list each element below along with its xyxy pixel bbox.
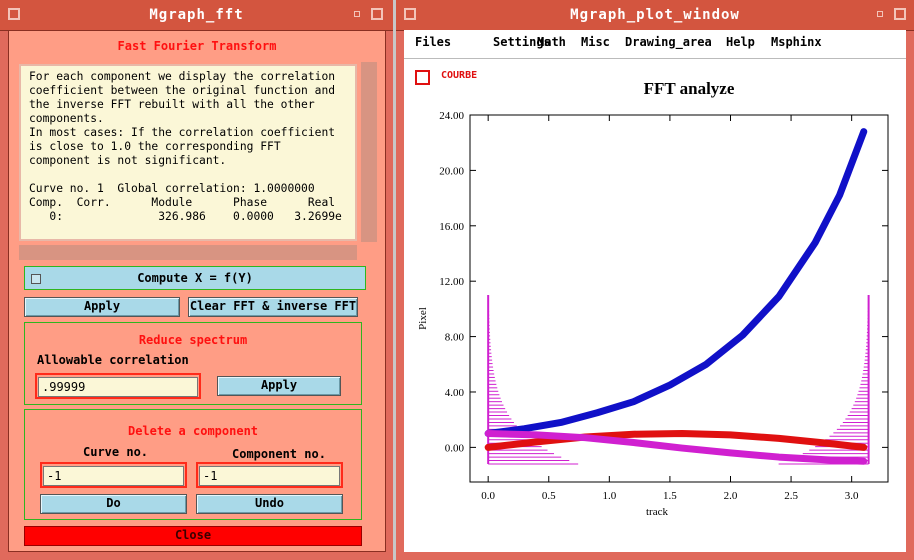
delete-component-group: Delete a component Curve no. Component n…	[24, 409, 362, 520]
menu-math[interactable]: Math	[537, 35, 566, 49]
fft-window: Mgraph_fft Fast Fourier Transform For ea…	[0, 0, 393, 560]
undo-button[interactable]: Undo	[196, 494, 343, 514]
correlation-field[interactable]	[35, 373, 201, 399]
y-tick-label: 16.00	[439, 221, 464, 233]
menu-help[interactable]: Help	[726, 35, 755, 49]
allowable-correlation-label: Allowable correlation	[37, 353, 189, 367]
x-tick-label: 0.5	[542, 490, 556, 502]
fft-heading: Fast Fourier Transform	[117, 39, 277, 53]
fft-titlebar[interactable]: Mgraph_fft	[0, 0, 393, 31]
apply-button[interactable]: Apply	[24, 297, 180, 317]
chart-title: FFT analyze	[644, 79, 735, 98]
horizontal-scrollbar[interactable]	[19, 245, 357, 260]
curve-no-label: Curve no.	[83, 445, 149, 459]
y-tick-label: 8.00	[445, 332, 465, 344]
plot-area: COURBE FFT analyze 0.00 4.00 8.00 12.00 16.00…	[404, 59, 906, 552]
menubar: Files Settings Math Misc Drawing_area He…	[404, 30, 906, 59]
window-menu-icon[interactable]	[404, 8, 416, 20]
x-tick-label: 2.5	[784, 490, 798, 502]
maximize-icon[interactable]	[894, 8, 906, 20]
info-text-area[interactable]: For each component we display the correl…	[19, 64, 357, 241]
plot-titlebar[interactable]: Mgraph_plot_window	[396, 0, 914, 31]
vertical-scrollbar[interactable]	[361, 62, 377, 242]
compute-label: Compute X = f(Y)	[137, 271, 253, 285]
correlation-input[interactable]	[38, 377, 198, 397]
x-tick-label: 2.0	[724, 490, 738, 502]
fft-chart: FFT analyze 0.00 4.00 8.00 12.00 16.00 20.00 24…	[417, 79, 889, 518]
x-tick-label: 1.0	[602, 490, 616, 502]
minimize-icon[interactable]	[354, 11, 360, 17]
delete-component-heading: Delete a component	[127, 424, 259, 438]
component-no-input[interactable]	[199, 466, 340, 486]
y-tick-label: 4.00	[445, 387, 465, 399]
compute-toggle[interactable]: Compute X = f(Y)	[24, 266, 366, 290]
x-tick-label: 0.0	[481, 490, 495, 502]
fft-panel: Fast Fourier Transform For each componen…	[8, 30, 386, 552]
component-no-label: Component no.	[232, 447, 326, 461]
x-tick-label: 3.0	[845, 490, 859, 502]
do-button[interactable]: Do	[40, 494, 187, 514]
maximize-icon[interactable]	[371, 8, 383, 20]
menu-msphinx[interactable]: Msphinx	[771, 35, 822, 49]
component-no-field[interactable]	[196, 462, 343, 488]
reduce-apply-button[interactable]: Apply	[217, 376, 341, 396]
plot-window-title: Mgraph_plot_window	[570, 7, 740, 23]
x-axis-label: track	[646, 506, 668, 518]
y-tick-label: 20.00	[439, 165, 464, 177]
close-button[interactable]: Close	[24, 526, 362, 546]
menu-drawing-area[interactable]: Drawing_area	[625, 35, 712, 49]
x-tick-label: 1.5	[663, 490, 677, 502]
reduce-spectrum-heading: Reduce spectrum	[138, 333, 248, 347]
y-tick-label: 24.00	[439, 110, 464, 122]
menu-files[interactable]: Files	[415, 35, 451, 49]
window-menu-icon[interactable]	[8, 8, 20, 20]
fft-window-title: Mgraph_fft	[149, 7, 244, 23]
y-axis-label: Pixel	[417, 307, 429, 330]
series-1-line	[484, 128, 868, 438]
y-tick-label: 12.00	[439, 276, 464, 288]
clear-fft-button[interactable]: Clear FFT & inverse FFT	[188, 297, 358, 317]
y-tick-label: 0.00	[445, 442, 465, 454]
info-text: For each component we display the correl…	[29, 70, 342, 223]
minimize-icon[interactable]	[877, 11, 883, 17]
curve-no-field[interactable]	[40, 462, 187, 488]
plot-window: Mgraph_plot_window Files Settings Math M…	[396, 0, 914, 560]
reduce-spectrum-group: Reduce spectrum Allowable correlation Ap…	[24, 322, 362, 405]
curve-no-input[interactable]	[43, 466, 184, 486]
menu-misc[interactable]: Misc	[581, 35, 610, 49]
